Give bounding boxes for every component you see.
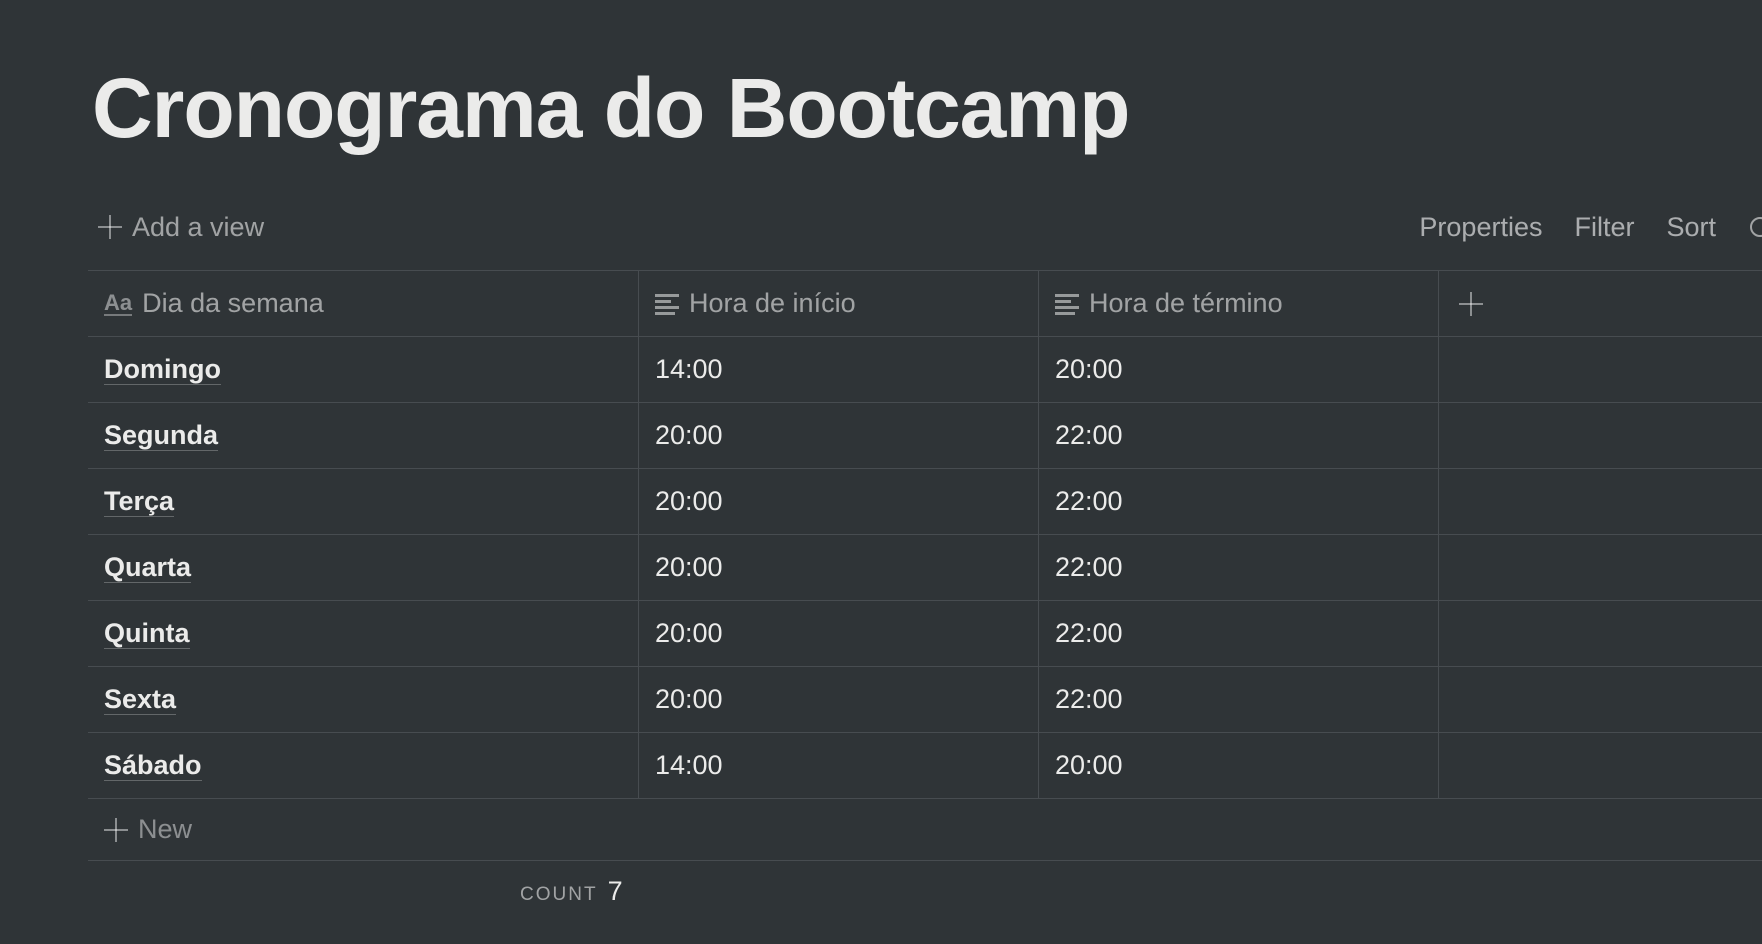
day-name[interactable]: Sábado	[104, 750, 202, 781]
start-time-cell[interactable]: 20:00	[639, 469, 1039, 534]
end-time-cell[interactable]: 20:00	[1039, 733, 1439, 798]
new-row-label: New	[138, 814, 193, 844]
table-row[interactable]: Terça 20:00 22:00	[88, 469, 1762, 535]
day-cell[interactable]: Sexta	[88, 667, 639, 732]
add-column-button[interactable]	[1439, 271, 1762, 336]
start-time-cell[interactable]: 20:00	[639, 535, 1039, 600]
page-title[interactable]: Cronograma do Bootcamp	[92, 58, 1130, 159]
table-row[interactable]: Quarta 20:00 22:00	[88, 535, 1762, 601]
empty-cell[interactable]	[1439, 733, 1762, 798]
column-header-dia-da-semana[interactable]: Aa Dia da semana	[88, 271, 639, 336]
day-name[interactable]: Terça	[104, 486, 175, 517]
table-row[interactable]: Sábado 14:00 20:00	[88, 733, 1762, 799]
start-time-cell[interactable]: 20:00	[639, 601, 1039, 666]
day-cell[interactable]: Segunda	[88, 403, 639, 468]
plus-icon	[104, 817, 128, 842]
empty-cell[interactable]	[1439, 601, 1762, 666]
end-time-cell[interactable]: 22:00	[1039, 469, 1439, 534]
empty-cell[interactable]	[1439, 469, 1762, 534]
day-cell[interactable]: Domingo	[88, 337, 639, 402]
end-time-cell[interactable]: 20:00	[1039, 337, 1439, 402]
end-time-cell[interactable]: 22:00	[1039, 601, 1439, 666]
filter-button[interactable]: Filter	[1574, 212, 1634, 243]
toolbar-actions: Properties Filter Sort	[1419, 205, 1762, 249]
end-time-cell[interactable]: 22:00	[1039, 535, 1439, 600]
column-header-hora-de-termino[interactable]: Hora de término	[1039, 271, 1439, 336]
day-name[interactable]: Sexta	[104, 684, 177, 715]
search-icon[interactable]	[1748, 215, 1762, 239]
database-table: Aa Dia da semana Hora de início Hora de …	[88, 270, 1762, 861]
day-cell[interactable]: Quinta	[88, 601, 639, 666]
add-view-label: Add a view	[132, 211, 265, 242]
empty-cell[interactable]	[1439, 535, 1762, 600]
table-footer-count[interactable]: COUNT 7	[520, 876, 623, 907]
table-row[interactable]: Domingo 14:00 20:00	[88, 337, 1762, 403]
empty-cell[interactable]	[1439, 403, 1762, 468]
day-cell[interactable]: Terça	[88, 469, 639, 534]
count-label: COUNT	[520, 884, 598, 905]
day-name[interactable]: Quarta	[104, 552, 192, 583]
new-row-button[interactable]: New	[88, 799, 1762, 861]
table-row[interactable]: Quinta 20:00 22:00	[88, 601, 1762, 667]
database-toolbar: Add a view Properties Filter Sort	[88, 205, 1762, 249]
sort-button[interactable]: Sort	[1666, 212, 1716, 243]
text-title-icon: Aa	[104, 289, 133, 316]
end-time-cell[interactable]: 22:00	[1039, 667, 1439, 732]
start-time-cell[interactable]: 14:00	[639, 733, 1039, 798]
text-lines-icon	[1055, 293, 1079, 315]
day-name[interactable]: Segunda	[104, 420, 219, 451]
empty-cell[interactable]	[1439, 337, 1762, 402]
table-row[interactable]: Sexta 20:00 22:00	[88, 667, 1762, 733]
column-header-label: Hora de término	[1089, 288, 1283, 318]
properties-button[interactable]: Properties	[1419, 212, 1542, 243]
add-view-button[interactable]: Add a view	[98, 205, 264, 249]
day-name[interactable]: Quinta	[104, 618, 190, 649]
start-time-cell[interactable]: 20:00	[639, 667, 1039, 732]
page: Cronograma do Bootcamp Add a view Proper…	[0, 0, 1762, 944]
day-name[interactable]: Domingo	[104, 354, 221, 385]
table-header-row: Aa Dia da semana Hora de início Hora de …	[88, 271, 1762, 337]
start-time-cell[interactable]: 14:00	[639, 337, 1039, 402]
day-cell[interactable]: Quarta	[88, 535, 639, 600]
count-value: 7	[607, 876, 623, 906]
day-cell[interactable]: Sábado	[88, 733, 639, 798]
end-time-cell[interactable]: 22:00	[1039, 403, 1439, 468]
column-header-label: Dia da semana	[142, 288, 324, 318]
plus-icon	[98, 215, 122, 239]
table-row[interactable]: Segunda 20:00 22:00	[88, 403, 1762, 469]
text-lines-icon	[655, 293, 679, 315]
empty-cell[interactable]	[1439, 667, 1762, 732]
start-time-cell[interactable]: 20:00	[639, 403, 1039, 468]
column-header-label: Hora de início	[689, 288, 856, 318]
plus-icon	[1459, 291, 1483, 316]
column-header-hora-de-inicio[interactable]: Hora de início	[639, 271, 1039, 336]
